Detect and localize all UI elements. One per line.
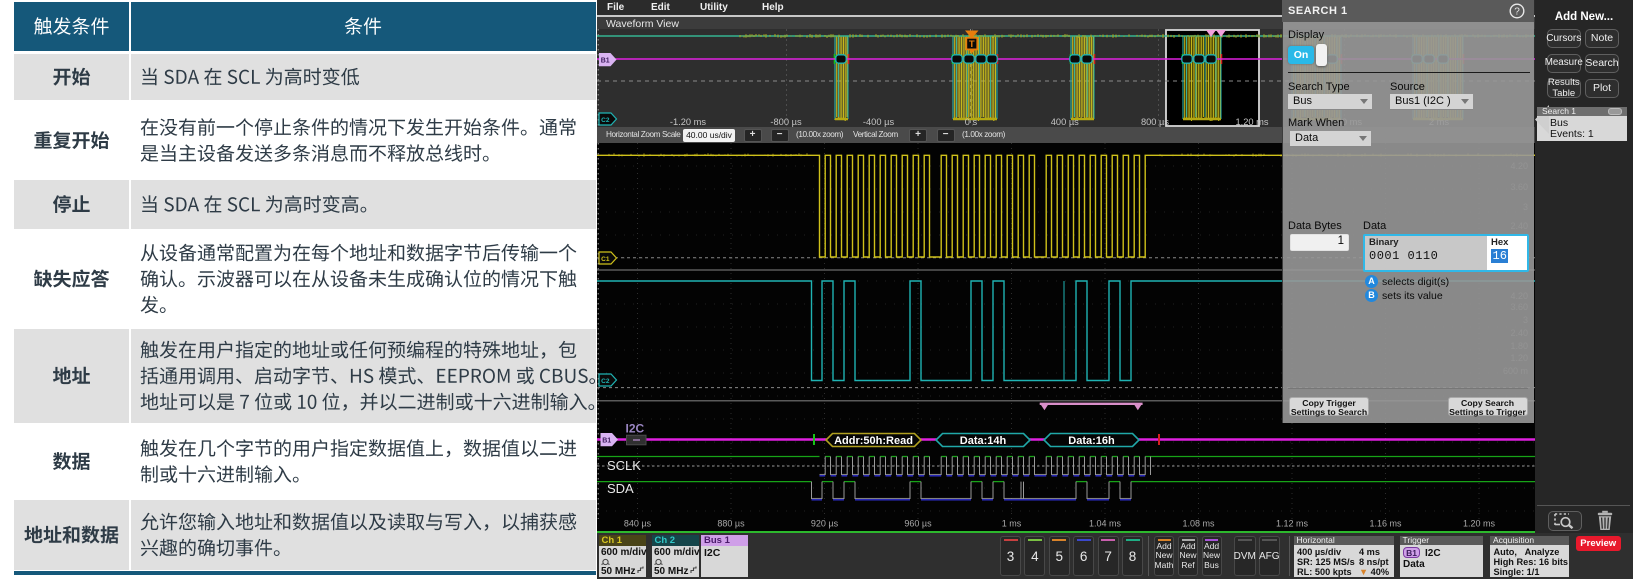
svg-text:Data:16h: Data:16h — [1068, 435, 1115, 447]
svg-text:C2: C2 — [601, 378, 610, 385]
svg-text:Data:14h: Data:14h — [960, 435, 1007, 447]
svg-text:1.08 ms: 1.08 ms — [1182, 519, 1215, 529]
svg-text:960 µs: 960 µs — [904, 519, 932, 529]
svg-text:-1.20 ms: -1.20 ms — [670, 117, 707, 127]
svg-text:-800 µs: -800 µs — [770, 117, 802, 127]
svg-text:C1: C1 — [601, 256, 610, 263]
svg-text:?: ? — [1514, 7, 1520, 18]
svg-text:1.12 ms: 1.12 ms — [1276, 519, 1309, 529]
svg-text:800 µs: 800 µs — [1141, 117, 1169, 127]
svg-text:1.16 ms: 1.16 ms — [1369, 519, 1402, 529]
svg-text:C2: C2 — [601, 117, 610, 124]
svg-text:0 s: 0 s — [965, 117, 978, 127]
svg-text:Addr:50h:Read: Addr:50h:Read — [834, 435, 913, 447]
svg-text:SCLK: SCLK — [607, 458, 641, 473]
svg-text:1.04 ms: 1.04 ms — [1089, 519, 1122, 529]
svg-text:880 µs: 880 µs — [717, 519, 745, 529]
svg-text:1.20 ms: 1.20 ms — [1235, 117, 1268, 127]
svg-text:1.20 ms: 1.20 ms — [1463, 519, 1496, 529]
svg-text:920 µs: 920 µs — [811, 519, 839, 529]
svg-text:-400 µs: -400 µs — [863, 117, 895, 127]
svg-text:B1: B1 — [602, 438, 611, 445]
svg-text:B1: B1 — [601, 58, 610, 65]
svg-text:840 µs: 840 µs — [624, 519, 652, 529]
svg-text:1 ms: 1 ms — [1002, 519, 1022, 529]
svg-text:400 µs: 400 µs — [1051, 117, 1079, 127]
svg-text:I2C: I2C — [626, 422, 645, 436]
svg-text:T: T — [969, 39, 975, 50]
svg-text:SDA: SDA — [607, 481, 634, 496]
